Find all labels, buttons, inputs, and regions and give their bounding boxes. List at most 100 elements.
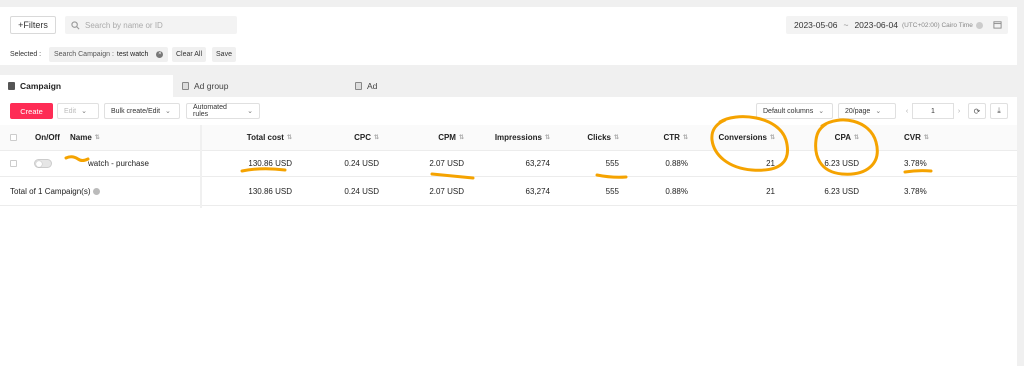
automated-rules-dropdown[interactable]: Automated rules ⌄ <box>186 103 260 119</box>
sort-icon: ⇅ <box>853 134 859 141</box>
filter-chip[interactable]: Search Campaign : test watch × <box>49 47 169 62</box>
search-placeholder: Search by name or ID <box>85 20 163 30</box>
col-label: Clicks <box>587 133 611 142</box>
col-label: CVR <box>904 133 921 142</box>
col-cpm[interactable]: CPM ⇅ <box>385 125 464 150</box>
col-onoff: On/Off <box>35 133 60 142</box>
clear-all-button[interactable]: Clear All <box>172 47 206 62</box>
col-label: Total cost <box>246 133 284 142</box>
select-all-checkbox[interactable] <box>10 134 17 141</box>
refresh-icon[interactable]: ⟳ <box>968 103 986 119</box>
col-label: Name <box>70 133 92 142</box>
col-label: CPC <box>354 133 371 142</box>
tab-ad[interactable]: Ad <box>355 75 377 97</box>
tab-label: Campaign <box>20 81 62 91</box>
cell-cpm: 2.07 USD <box>429 159 464 168</box>
col-label: CTR <box>663 133 680 142</box>
cell-ctr: 0.88% <box>665 159 688 168</box>
sort-icon: ⇅ <box>94 134 100 141</box>
page-size-label: 20/page <box>845 107 871 115</box>
cell-conversions: 21 <box>766 159 775 168</box>
ad-group-icon <box>182 82 189 90</box>
chevron-down-icon: ⌄ <box>818 108 825 115</box>
campaign-panel: Create Edit ⌄ Bulk create/Edit ⌄ Automated… <box>0 97 1017 366</box>
total-cvr: 3.78% <box>904 186 927 196</box>
sort-icon: ⇅ <box>458 134 464 141</box>
col-ctr[interactable]: CTR ⇅ <box>625 125 688 150</box>
chip-value: test watch <box>116 51 149 58</box>
col-cpa[interactable]: CPA ⇅ <box>790 125 859 150</box>
tab-ad-group[interactable]: Ad group <box>182 75 229 97</box>
col-impressions[interactable]: Impressions ⇅ <box>470 125 550 150</box>
status-toggle[interactable] <box>34 159 52 168</box>
cell-clicks: 555 <box>605 159 619 168</box>
table-row[interactable]: watch - purchase 130.86 USD 0.24 USD 2.0… <box>0 151 1017 177</box>
chevron-down-icon: ⌄ <box>875 108 882 115</box>
sort-icon: ⇅ <box>373 134 379 141</box>
prev-page-button[interactable]: ‹ <box>902 108 912 115</box>
chevron-down-icon: ⌄ <box>247 108 253 115</box>
bulk-edit-dropdown[interactable]: Bulk create/Edit ⌄ <box>104 103 180 119</box>
date-range-picker[interactable]: 2023-05-06 ~ 2023-06-04 (UTC+02:00) Cair… <box>786 16 1008 34</box>
total-impressions: 63,274 <box>525 186 550 196</box>
sort-icon: ⇅ <box>544 134 550 141</box>
tab-label: Ad group <box>194 81 229 91</box>
clear-date-icon[interactable] <box>975 21 983 29</box>
rules-label: Automated rules <box>193 104 227 118</box>
total-label-text: Total of 1 Campaign(s) <box>10 186 91 196</box>
cell-total-cost: 130.86 USD <box>248 159 292 168</box>
total-cpc: 0.24 USD <box>344 186 379 196</box>
page-size-dropdown[interactable]: 20/page ⌄ <box>838 103 896 119</box>
info-icon[interactable] <box>93 187 101 195</box>
cell-cvr: 3.78% <box>904 159 927 168</box>
col-clicks[interactable]: Clicks ⇅ <box>555 125 619 150</box>
search-icon <box>71 20 80 29</box>
col-conversions[interactable]: Conversions ⇅ <box>695 125 776 150</box>
col-label: Conversions <box>718 133 767 142</box>
campaign-name-link[interactable]: watch - purchase <box>88 151 149 176</box>
chip-key: Search Campaign : <box>54 51 114 58</box>
sort-icon: ⇅ <box>923 134 929 141</box>
tab-campaign[interactable]: Campaign <box>0 75 173 97</box>
total-ctr: 0.88% <box>665 186 688 196</box>
sort-icon: ⇅ <box>682 134 688 141</box>
create-button[interactable]: Create <box>10 103 53 119</box>
edit-dropdown[interactable]: Edit ⌄ <box>57 103 99 119</box>
sort-icon: ⇅ <box>286 134 292 141</box>
chevron-down-icon: ⌄ <box>81 108 87 115</box>
date-start: 2023-05-06 <box>794 20 838 30</box>
col-cpc[interactable]: CPC ⇅ <box>300 125 379 150</box>
total-conversions: 21 <box>766 186 775 196</box>
total-cpa: 6.23 USD <box>824 186 859 196</box>
row-checkbox[interactable] <box>10 160 17 167</box>
sort-icon: ⇅ <box>613 134 619 141</box>
close-icon[interactable]: × <box>156 51 164 58</box>
total-cpm: 2.07 USD <box>429 186 464 196</box>
col-total-cost[interactable]: Total cost ⇅ <box>220 125 292 150</box>
page-input[interactable]: 1 <box>912 103 954 119</box>
filters-button[interactable]: +Filters <box>10 16 56 34</box>
bulk-label: Bulk create/Edit <box>111 107 161 115</box>
cell-cpc: 0.24 USD <box>344 159 379 168</box>
col-name[interactable]: Name ⇅ <box>70 125 100 150</box>
campaign-table: On/Off Name ⇅ Total cost ⇅ CPC ⇅ CPM ⇅ Impre… <box>0 125 1017 206</box>
tab-label: Ad <box>367 81 378 91</box>
col-cvr[interactable]: CVR ⇅ <box>904 125 929 150</box>
date-separator: ~ <box>843 20 849 30</box>
total-row: Total of 1 Campaign(s) 130.86 USD 0.24 U… <box>0 177 1017 206</box>
save-button[interactable]: Save <box>212 47 236 62</box>
date-end: 2023-06-04 <box>854 20 898 30</box>
search-input[interactable]: Search by name or ID <box>65 16 237 34</box>
total-label: Total of 1 Campaign(s) <box>10 177 101 205</box>
columns-label: Default columns <box>763 107 814 115</box>
selected-label: Selected : <box>10 51 42 58</box>
cell-cpa: 6.23 USD <box>824 159 859 168</box>
next-page-button[interactable]: › <box>954 108 964 115</box>
total-total-cost: 130.86 USD <box>248 186 292 196</box>
export-icon[interactable]: ⤓ <box>990 103 1008 119</box>
table-header: On/Off Name ⇅ Total cost ⇅ CPC ⇅ CPM ⇅ Impre… <box>0 125 1017 151</box>
chevron-down-icon: ⌄ <box>165 108 171 115</box>
columns-dropdown[interactable]: Default columns ⌄ <box>756 103 833 119</box>
calendar-icon[interactable] <box>993 20 1002 29</box>
cell-impressions: 63,274 <box>525 159 550 168</box>
